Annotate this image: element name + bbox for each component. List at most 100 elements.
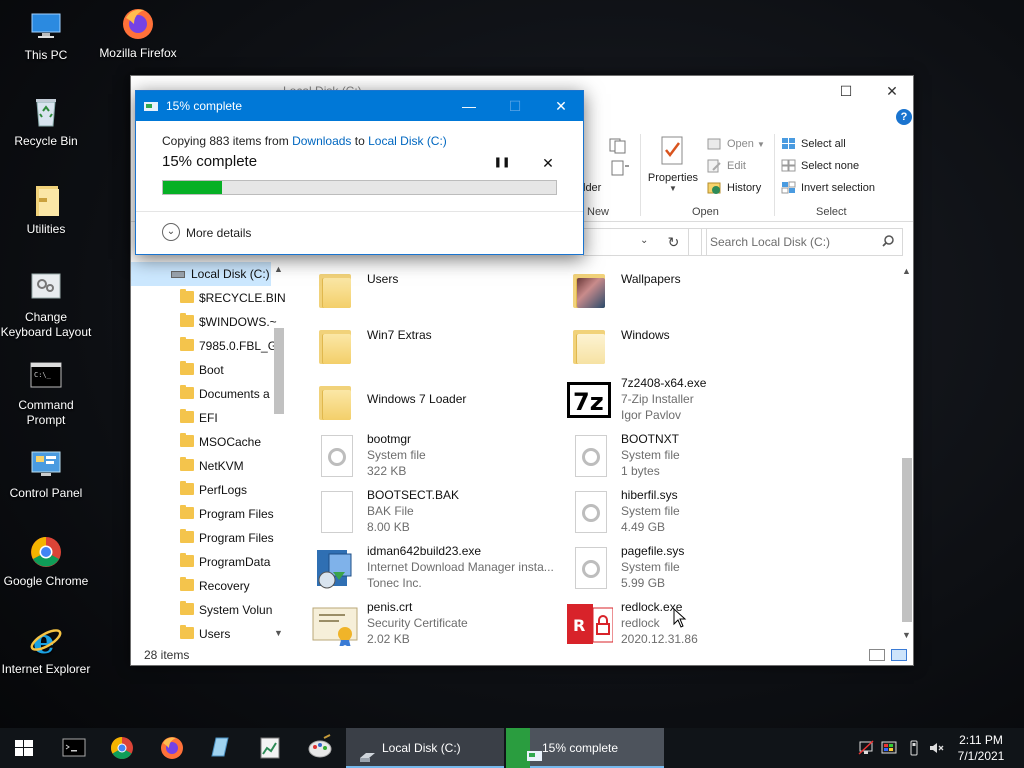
properties-button[interactable]: Properties ▼ bbox=[645, 134, 701, 194]
file-type: Internet Download Manager insta... bbox=[367, 560, 554, 574]
nav-item[interactable]: EFI bbox=[131, 406, 271, 430]
desktop-icon-label: Change Keyboard Layout bbox=[0, 310, 92, 339]
open-button[interactable]: Open ▼ bbox=[707, 135, 765, 153]
close-button[interactable]: ✕ bbox=[538, 91, 584, 121]
file-item[interactable]: pagefile.sys System file 5.99 GB bbox=[565, 542, 815, 598]
new-item-icon[interactable] bbox=[609, 160, 631, 176]
nav-item-local-disk[interactable]: Local Disk (C:) bbox=[131, 262, 271, 286]
nav-item[interactable]: Boot bbox=[131, 358, 271, 382]
file-item[interactable]: bootmgr System file 322 KB bbox=[311, 430, 561, 486]
taskbar-task-explorer[interactable]: Local Disk (C:) bbox=[346, 728, 504, 768]
control-panel-icon bbox=[28, 446, 64, 482]
file-item[interactable]: 7z 7z2408-x64.exe 7-Zip Installer Igor P… bbox=[565, 374, 815, 430]
nav-item[interactable]: ProgramData bbox=[131, 550, 271, 574]
start-button[interactable] bbox=[0, 728, 48, 768]
nav-item[interactable]: $WINDOWS.~ bbox=[131, 310, 277, 334]
scroll-down-icon[interactable]: ▼ bbox=[902, 630, 911, 640]
more-details-toggle[interactable]: ⌄ More details bbox=[162, 223, 251, 243]
desktop-icon-google-chrome[interactable]: Google Chrome bbox=[0, 534, 92, 589]
file-type: System file bbox=[621, 560, 680, 574]
nav-item[interactable]: System Volun bbox=[131, 598, 272, 622]
nav-scrollbar[interactable]: ▲ ▼ bbox=[271, 262, 287, 646]
desktop-icon-control-panel[interactable]: Control Panel bbox=[0, 446, 92, 501]
select-none-button[interactable]: Select none bbox=[781, 157, 859, 175]
taskbar-chrome[interactable] bbox=[98, 728, 146, 768]
task-label: 15% complete bbox=[542, 741, 619, 755]
nav-item[interactable]: Program Files bbox=[131, 526, 274, 550]
scrollbar-thumb[interactable] bbox=[902, 458, 912, 622]
nav-item[interactable]: Documents a bbox=[131, 382, 271, 406]
scrollbar-thumb[interactable] bbox=[274, 328, 284, 414]
minimize-button[interactable]: — bbox=[446, 91, 492, 121]
file-item[interactable]: Users bbox=[311, 262, 561, 318]
desktop-icon-internet-explorer[interactable]: e Internet Explorer bbox=[0, 622, 92, 677]
system-file-icon bbox=[565, 544, 613, 594]
open-label: Open bbox=[727, 138, 754, 150]
network-icon[interactable] bbox=[858, 740, 874, 756]
file-item[interactable]: Windows bbox=[565, 318, 815, 374]
edit-button[interactable]: Edit bbox=[707, 157, 746, 175]
nav-item[interactable]: Program Files bbox=[131, 502, 274, 526]
nav-item[interactable]: $RECYCLE.BIN bbox=[131, 286, 286, 310]
file-type: 7-Zip Installer bbox=[621, 392, 694, 406]
help-icon[interactable]: ? bbox=[896, 109, 912, 125]
file-item[interactable]: Windows 7 Loader bbox=[311, 374, 561, 430]
search-input[interactable]: Search Local Disk (C:) bbox=[701, 228, 903, 256]
taskbar-task-copy[interactable]: 15% complete bbox=[506, 728, 664, 768]
content-scrollbar[interactable]: ▲ ▼ bbox=[899, 262, 915, 646]
file-item[interactable]: BOOTNXT System file 1 bytes bbox=[565, 430, 815, 486]
nav-item[interactable]: PerfLogs bbox=[131, 478, 271, 502]
cancel-copy-button[interactable]: ✕ bbox=[538, 153, 558, 173]
nav-item[interactable]: Users bbox=[131, 622, 271, 646]
destination-link[interactable]: Local Disk (C:) bbox=[368, 134, 447, 148]
select-all-button[interactable]: Select all bbox=[781, 135, 846, 153]
history-button[interactable]: History bbox=[707, 179, 761, 197]
maximize-button[interactable]: ☐ bbox=[823, 76, 869, 106]
pause-button[interactable]: ❚❚ bbox=[492, 153, 512, 173]
taskbar-paint[interactable] bbox=[296, 728, 344, 768]
system-clock[interactable]: 2:11 PM 7/1/2021 bbox=[948, 732, 1014, 764]
desktop-icon-change-keyboard-layout[interactable]: Change Keyboard Layout bbox=[0, 270, 92, 340]
file-item[interactable]: hiberfil.sys System file 4.49 GB bbox=[565, 486, 815, 542]
file-item[interactable]: Wallpapers bbox=[565, 262, 815, 318]
chevron-down-icon: ▼ bbox=[669, 184, 677, 193]
close-button[interactable]: ✕ bbox=[869, 76, 915, 106]
desktop-icon-this-pc[interactable]: This PC bbox=[0, 8, 92, 63]
nav-item[interactable]: NetKVM bbox=[131, 454, 271, 478]
chevron-down-icon[interactable]: ⌄ bbox=[640, 235, 648, 246]
invert-selection-button[interactable]: Invert selection bbox=[781, 179, 875, 197]
desktop-icon-command-prompt[interactable]: C:\_ Command Prompt bbox=[0, 358, 92, 428]
copy-path-icon[interactable] bbox=[609, 138, 631, 154]
dialog-titlebar[interactable]: 15% complete — ☐ ✕ bbox=[136, 91, 583, 121]
large-icons-view-icon[interactable] bbox=[891, 649, 907, 661]
folder-icon bbox=[180, 505, 194, 519]
new-folder-label[interactable]: lder bbox=[583, 182, 601, 194]
desktop-icon-label: Google Chrome bbox=[3, 574, 89, 588]
taskbar-firefox[interactable] bbox=[148, 728, 196, 768]
scroll-down-icon[interactable]: ▼ bbox=[274, 628, 283, 638]
usb-device-icon[interactable] bbox=[906, 740, 922, 756]
file-item[interactable]: penis.crt Security Certificate 2.02 KB bbox=[311, 598, 561, 646]
refresh-button[interactable]: ↻ bbox=[659, 228, 689, 256]
desktop-icon-firefox[interactable]: Mozilla Firefox bbox=[92, 6, 184, 61]
desktop-icon-recycle-bin[interactable]: Recycle Bin bbox=[0, 94, 92, 149]
details-view-icon[interactable] bbox=[869, 649, 885, 661]
speaker-muted-icon[interactable] bbox=[928, 740, 944, 756]
taskbar-paper-app[interactable] bbox=[196, 728, 244, 768]
scroll-up-icon[interactable]: ▲ bbox=[274, 264, 283, 274]
taskbar-command-prompt[interactable] bbox=[50, 728, 98, 768]
file-item[interactable]: R redlock.exe redlock 2020.12.31.86 bbox=[565, 598, 815, 646]
display-icon[interactable] bbox=[881, 740, 897, 756]
taskbar-task-manager[interactable] bbox=[246, 728, 294, 768]
scroll-up-icon[interactable]: ▲ bbox=[902, 266, 911, 276]
source-link[interactable]: Downloads bbox=[292, 134, 351, 148]
notepad-chart-icon bbox=[260, 737, 280, 759]
nav-item[interactable]: MSOCache bbox=[131, 430, 271, 454]
file-item[interactable]: BOOTSECT.BAK BAK File 8.00 KB bbox=[311, 486, 561, 542]
nav-item[interactable]: 7985.0.FBL_GI bbox=[131, 334, 280, 358]
folder-icon bbox=[180, 289, 194, 303]
file-item[interactable]: Win7 Extras bbox=[311, 318, 561, 374]
nav-item[interactable]: Recovery bbox=[131, 574, 271, 598]
desktop-icon-utilities[interactable]: Utilities bbox=[0, 182, 92, 237]
file-item[interactable]: idman642build23.exe Internet Download Ma… bbox=[311, 542, 561, 598]
